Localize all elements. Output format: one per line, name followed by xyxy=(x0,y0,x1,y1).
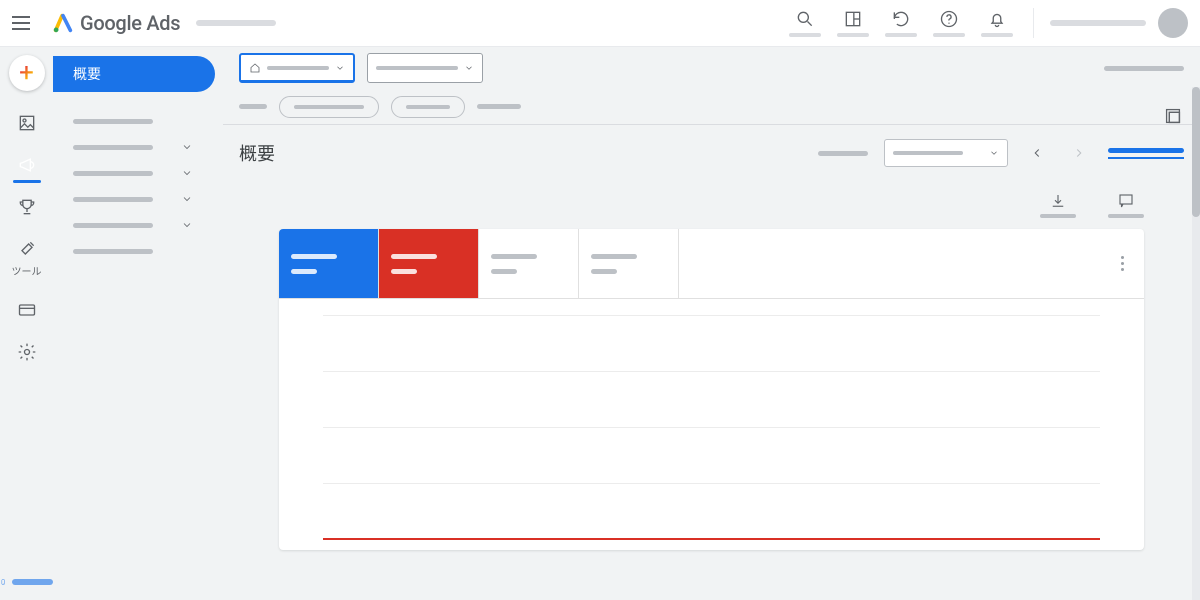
chevron-down-icon xyxy=(181,219,193,231)
scope-selector-campaign[interactable] xyxy=(367,53,483,83)
title-row: 概要 xyxy=(223,125,1200,181)
refresh-button[interactable] xyxy=(877,9,925,37)
metric-tile-4[interactable] xyxy=(579,229,679,298)
sidebar-item-label: 概要 xyxy=(73,64,101,84)
home-icon xyxy=(249,62,261,74)
reports-icon xyxy=(843,9,863,29)
summary-card xyxy=(279,229,1144,550)
content-wrap xyxy=(223,229,1200,550)
image-icon xyxy=(17,113,37,133)
search-icon xyxy=(795,9,815,29)
feedback-button[interactable] xyxy=(1108,192,1144,218)
filter-chip[interactable] xyxy=(391,96,465,118)
filter-more-skeleton[interactable] xyxy=(477,104,521,109)
sidebar: 概要 xyxy=(53,47,223,600)
rail-footer-link[interactable] xyxy=(0,572,53,592)
compare-link[interactable] xyxy=(1108,148,1184,159)
tools-icon xyxy=(17,239,37,259)
chart-axis-highlight xyxy=(323,538,1100,540)
metric-tile-1[interactable] xyxy=(279,229,379,298)
app-header: Google Ads xyxy=(0,0,1200,46)
caret-down-icon xyxy=(989,148,999,158)
rail-item-goals[interactable] xyxy=(7,197,47,217)
rail-item-tools[interactable]: ツール xyxy=(7,239,47,278)
search-button[interactable] xyxy=(781,9,829,37)
chevron-down-icon xyxy=(181,167,193,179)
chevron-down-icon xyxy=(181,141,193,153)
chevron-right-icon xyxy=(1072,146,1086,160)
create-button[interactable]: + xyxy=(9,55,45,91)
rail-item-campaigns[interactable] xyxy=(7,155,47,175)
metric-tile-3[interactable] xyxy=(479,229,579,298)
sidebar-item[interactable] xyxy=(53,238,215,264)
caret-down-icon xyxy=(335,63,345,73)
sidebar-item[interactable] xyxy=(53,108,215,134)
account-label-skeleton xyxy=(196,20,276,26)
sidebar-item[interactable] xyxy=(53,186,215,212)
chevron-down-icon xyxy=(181,193,193,205)
product-logo[interactable]: Google Ads xyxy=(52,11,180,35)
metric-selector-row xyxy=(279,229,1144,299)
chart-gridline xyxy=(323,483,1100,539)
scope-row-link-skeleton[interactable] xyxy=(1104,66,1184,71)
date-next-button[interactable] xyxy=(1066,140,1092,166)
save-view-icon[interactable] xyxy=(1162,105,1184,127)
scope-row xyxy=(223,47,1200,89)
rail-item-overview[interactable] xyxy=(7,113,47,133)
card-menu-button[interactable] xyxy=(1114,251,1130,275)
date-range-selector[interactable] xyxy=(884,139,1008,167)
sidebar-item-overview[interactable]: 概要 xyxy=(53,56,215,92)
card-icon xyxy=(17,300,37,320)
page-title: 概要 xyxy=(239,140,275,166)
main-panel: 概要 xyxy=(223,47,1200,600)
notifications-button[interactable] xyxy=(973,9,1021,37)
header-actions xyxy=(781,9,1021,37)
chart-area xyxy=(279,299,1144,550)
rail-item-label: ツール xyxy=(12,263,42,278)
scope-selector-account[interactable] xyxy=(239,53,355,83)
sidebar-item[interactable] xyxy=(53,134,215,160)
trophy-icon xyxy=(17,197,37,217)
chart-gridline xyxy=(323,371,1100,427)
menu-icon[interactable] xyxy=(12,11,36,35)
date-label-skeleton xyxy=(818,151,868,156)
filter-row xyxy=(223,89,1200,125)
filter-chip[interactable] xyxy=(279,96,379,118)
reports-button[interactable] xyxy=(829,9,877,37)
date-prev-button[interactable] xyxy=(1024,140,1050,166)
help-button[interactable] xyxy=(925,9,973,37)
account-email-skeleton xyxy=(1050,20,1146,26)
download-button[interactable] xyxy=(1040,192,1076,218)
sidebar-item[interactable] xyxy=(53,212,215,238)
mobile-icon xyxy=(0,572,6,592)
rail-item-admin[interactable] xyxy=(7,342,47,362)
filter-label-skeleton xyxy=(239,104,267,109)
product-name: Google Ads xyxy=(80,11,180,35)
avatar[interactable] xyxy=(1158,8,1188,38)
left-rail: + ツール xyxy=(0,47,53,600)
chart-gridline xyxy=(323,315,1100,371)
rail-item-billing[interactable] xyxy=(7,300,47,320)
feedback-icon xyxy=(1117,192,1135,210)
toolbar-row xyxy=(223,181,1200,229)
chevron-left-icon xyxy=(1030,146,1044,160)
account-area xyxy=(1033,8,1188,38)
refresh-icon xyxy=(891,9,911,29)
megaphone-icon xyxy=(17,155,37,175)
scrollbar-thumb[interactable] xyxy=(1192,87,1200,217)
download-icon xyxy=(1049,192,1067,210)
chart-gridline xyxy=(323,427,1100,483)
help-icon xyxy=(939,9,959,29)
gear-icon xyxy=(17,342,37,362)
sidebar-item[interactable] xyxy=(53,160,215,186)
metric-tile-2[interactable] xyxy=(379,229,479,298)
caret-down-icon xyxy=(464,63,474,73)
bell-icon xyxy=(987,9,1007,29)
logo-mark-icon xyxy=(52,12,74,34)
